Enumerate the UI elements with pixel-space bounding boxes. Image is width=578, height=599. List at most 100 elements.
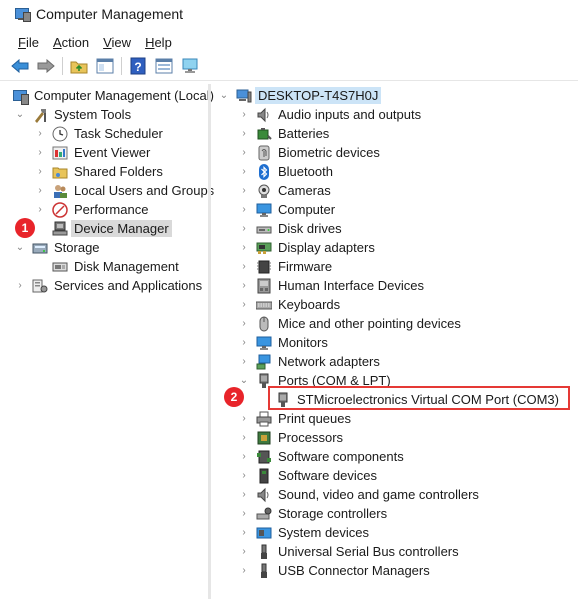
- forward-icon[interactable]: [36, 56, 56, 76]
- chevron-right-icon[interactable]: ›: [238, 162, 250, 181]
- device-category[interactable]: › System devices: [238, 523, 369, 542]
- tree-shared-folders[interactable]: › Shared Folders: [34, 162, 163, 181]
- device-category[interactable]: › Mice and other pointing devices: [238, 314, 461, 333]
- device-category[interactable]: › Print queues: [238, 409, 351, 428]
- chevron-right-icon[interactable]: ›: [238, 124, 250, 143]
- back-icon[interactable]: [10, 56, 30, 76]
- device-category[interactable]: › Network adapters: [238, 352, 380, 371]
- device-category[interactable]: › Audio inputs and outputs: [238, 105, 421, 124]
- toolbar: ?: [0, 54, 206, 78]
- event-viewer-icon: [52, 145, 68, 161]
- chevron-right-icon[interactable]: ›: [238, 257, 250, 276]
- device-category[interactable]: › Display adapters: [238, 238, 375, 257]
- title-bar: Computer Management: [0, 0, 578, 28]
- storage-icon: [32, 240, 48, 256]
- chevron-right-icon[interactable]: ›: [238, 409, 250, 428]
- properties-icon[interactable]: [154, 56, 174, 76]
- tree-event-viewer[interactable]: › Event Viewer: [34, 143, 150, 162]
- performance-icon: [52, 201, 68, 218]
- tree-performance[interactable]: › Performance: [34, 200, 148, 219]
- chevron-right-icon[interactable]: ›: [238, 542, 250, 561]
- chevron-right-icon[interactable]: ›: [238, 276, 250, 295]
- biometric-icon: [256, 145, 272, 161]
- tree-root[interactable]: Computer Management (Local): [12, 86, 214, 105]
- device-category[interactable]: › Human Interface Devices: [238, 276, 424, 295]
- chevron-right-icon[interactable]: ›: [238, 333, 250, 352]
- computer-management-icon: [14, 6, 31, 22]
- software-device-icon: [256, 468, 272, 484]
- device-tree-root[interactable]: ⌄ DESKTOP-T4S7H0J: [218, 86, 382, 105]
- console-tree-pane[interactable]: Computer Management (Local) ⌄ System Too…: [0, 84, 214, 599]
- battery-icon: [256, 126, 272, 142]
- chevron-right-icon[interactable]: ›: [238, 485, 250, 504]
- tree-task-scheduler[interactable]: › Task Scheduler: [34, 124, 163, 143]
- chevron-right-icon[interactable]: ›: [238, 238, 250, 257]
- chevron-right-icon[interactable]: ›: [238, 181, 250, 200]
- display-adapter-icon: [256, 240, 272, 256]
- tree-local-users[interactable]: › Local Users and Groups: [34, 181, 214, 200]
- menu-file[interactable]: File: [18, 35, 39, 50]
- chevron-right-icon[interactable]: ›: [238, 523, 250, 542]
- chevron-right-icon[interactable]: ›: [34, 162, 46, 181]
- device-category[interactable]: › Universal Serial Bus controllers: [238, 542, 459, 561]
- device-category[interactable]: › Firmware: [238, 257, 332, 276]
- help-icon[interactable]: ?: [128, 56, 148, 76]
- tree-storage[interactable]: ⌄ Storage: [14, 238, 100, 257]
- device-category[interactable]: › Processors: [238, 428, 343, 447]
- pane-splitter[interactable]: [208, 84, 211, 599]
- tree-disk-management[interactable]: Disk Management: [52, 257, 179, 276]
- chevron-right-icon[interactable]: ›: [238, 200, 250, 219]
- show-hide-tree-icon[interactable]: [95, 56, 115, 76]
- svg-text:?: ?: [134, 60, 141, 74]
- device-category[interactable]: › Software components: [238, 447, 403, 466]
- clock-icon: [52, 126, 68, 142]
- device-category[interactable]: › Bluetooth: [238, 162, 333, 181]
- chevron-right-icon[interactable]: ›: [238, 314, 250, 333]
- tree-device-manager[interactable]: Device Manager: [52, 219, 172, 238]
- device-category[interactable]: › USB Connector Managers: [238, 561, 430, 580]
- chevron-right-icon[interactable]: ›: [34, 124, 46, 143]
- device-category[interactable]: › Sound, video and game controllers: [238, 485, 479, 504]
- mouse-icon: [256, 316, 272, 332]
- device-category[interactable]: › Computer: [238, 200, 335, 219]
- chevron-right-icon[interactable]: ›: [14, 276, 26, 295]
- device-category[interactable]: › Keyboards: [238, 295, 340, 314]
- chevron-right-icon[interactable]: ›: [238, 352, 250, 371]
- window-title: Computer Management: [36, 6, 184, 22]
- tree-system-tools[interactable]: ⌄ System Tools: [14, 105, 131, 124]
- chevron-right-icon[interactable]: ›: [238, 143, 250, 162]
- device-category[interactable]: › Monitors: [238, 333, 328, 352]
- device-category[interactable]: › Biometric devices: [238, 143, 380, 162]
- device-category[interactable]: › Batteries: [238, 124, 329, 143]
- chevron-right-icon[interactable]: ›: [238, 428, 250, 447]
- keyboard-icon: [255, 297, 273, 313]
- menu-view[interactable]: View: [103, 35, 131, 50]
- chevron-right-icon[interactable]: ›: [238, 295, 250, 314]
- menu-action[interactable]: Action: [53, 35, 89, 50]
- chevron-right-icon[interactable]: ›: [238, 219, 250, 238]
- device-category[interactable]: › Cameras: [238, 181, 330, 200]
- device-category[interactable]: › Storage controllers: [238, 504, 387, 523]
- chevron-right-icon[interactable]: ›: [238, 105, 250, 124]
- tree-services[interactable]: › Services and Applications: [14, 276, 202, 295]
- chevron-down-icon[interactable]: ⌄: [14, 238, 26, 257]
- chevron-right-icon[interactable]: ›: [34, 181, 46, 200]
- device-tree-pane[interactable]: ⌄ DESKTOP-T4S7H0J › Audio inputs and out…: [212, 84, 578, 599]
- menu-help[interactable]: Help: [145, 35, 172, 50]
- chevron-right-icon[interactable]: ›: [238, 504, 250, 523]
- chevron-right-icon[interactable]: ›: [238, 447, 250, 466]
- up-folder-icon[interactable]: [69, 56, 89, 76]
- chevron-down-icon[interactable]: ⌄: [218, 86, 230, 105]
- device-category[interactable]: › Disk drives: [238, 219, 341, 238]
- camera-icon: [256, 183, 272, 199]
- tools-icon: [32, 107, 48, 123]
- chevron-down-icon[interactable]: ⌄: [14, 105, 26, 124]
- chevron-right-icon[interactable]: ›: [34, 200, 46, 219]
- chevron-right-icon[interactable]: ›: [34, 143, 46, 162]
- chevron-right-icon[interactable]: ›: [238, 561, 250, 580]
- device-category[interactable]: › Software devices: [238, 466, 377, 485]
- chevron-down-icon[interactable]: ⌄: [238, 371, 250, 390]
- monitor-icon[interactable]: [180, 56, 200, 76]
- chevron-right-icon[interactable]: ›: [238, 466, 250, 485]
- toolbar-separator: [62, 57, 63, 75]
